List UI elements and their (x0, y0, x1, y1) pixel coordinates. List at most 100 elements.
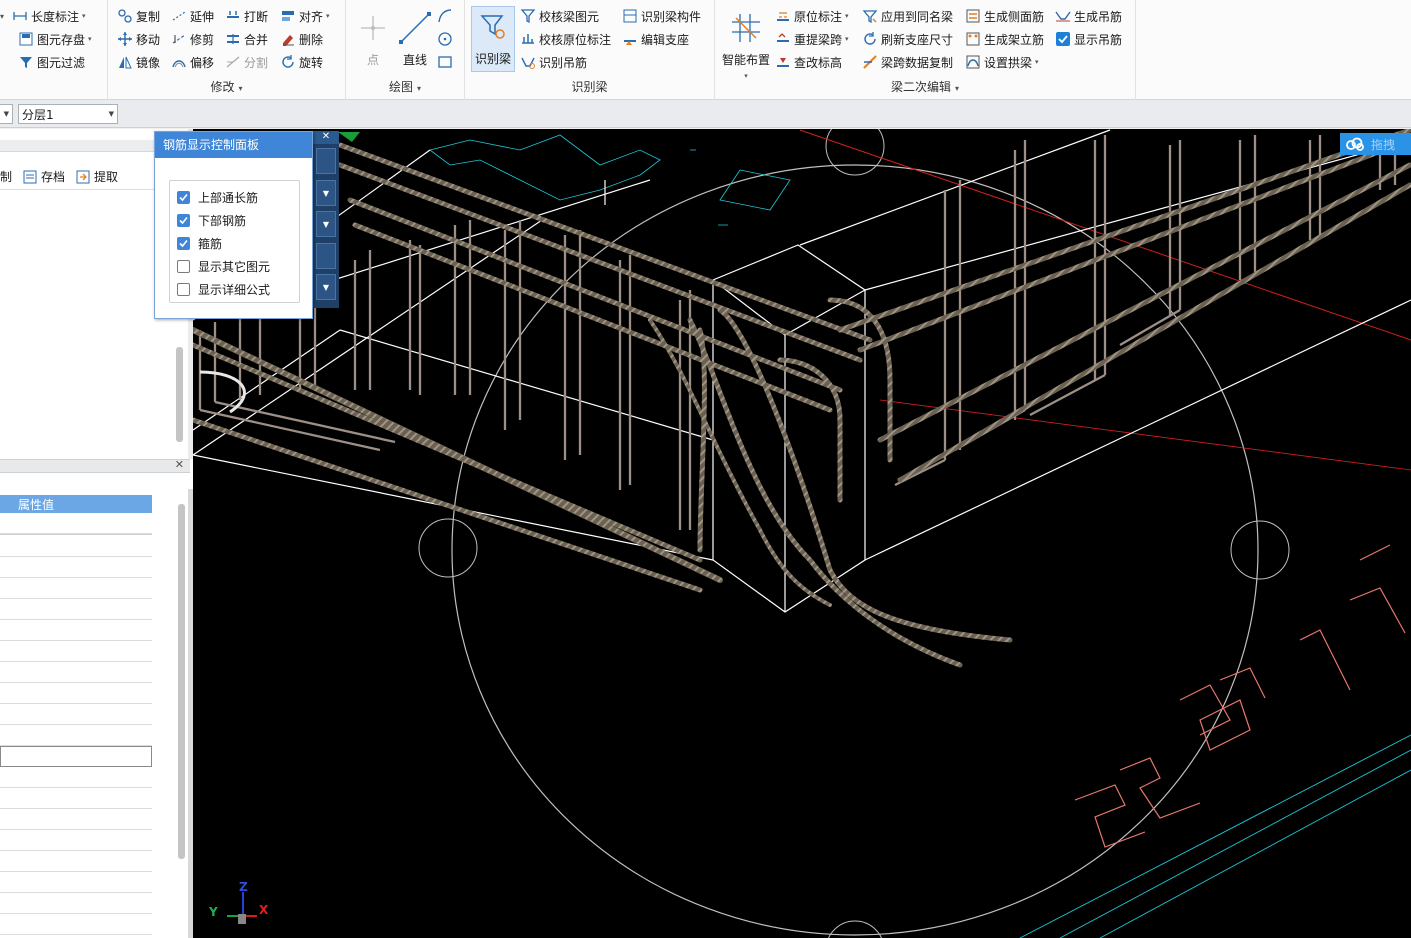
identify-beam-icon (476, 10, 510, 44)
length-mark-button[interactable]: ▾ 长度标注 ▾ (0, 6, 86, 26)
point-button[interactable]: 点 (350, 6, 396, 72)
cut-button[interactable]: 制 (0, 168, 12, 185)
rebar-option-checkbox[interactable]: 显示详细公式 (177, 280, 270, 298)
identify-hanger-button[interactable]: 识别吊筋 (520, 52, 587, 72)
extract-icon (75, 169, 91, 185)
property-row[interactable] (0, 914, 152, 935)
smart-layout-button[interactable]: 智能布置 ▾ (719, 6, 773, 80)
property-row[interactable] (0, 893, 152, 914)
in-situ-annotation-icon (775, 8, 791, 24)
layer-selector[interactable]: 分层1 ▼ (18, 104, 118, 124)
rebar-option-checkbox[interactable]: 下部钢筋 (177, 211, 246, 229)
property-row[interactable] (0, 599, 152, 620)
delete-button[interactable]: 删除 (280, 29, 323, 49)
set-arch-beam-button[interactable]: 设置拱梁 ▾ (965, 52, 1039, 72)
merge-button[interactable]: 合并 (225, 29, 268, 49)
property-row[interactable] (0, 872, 152, 893)
property-row[interactable] (0, 704, 152, 725)
rotate-button[interactable]: 旋转 (280, 52, 323, 72)
property-row[interactable] (0, 767, 152, 788)
extend-button[interactable]: 延伸 (171, 6, 214, 26)
close-icon[interactable]: ✕ (313, 131, 339, 144)
gen-hanger-button[interactable]: 生成吊筋 (1055, 6, 1122, 26)
filter-icon (18, 54, 34, 70)
property-row[interactable] (0, 557, 152, 578)
merge-icon (225, 31, 241, 47)
property-row[interactable] (0, 641, 152, 662)
property-row[interactable] (0, 830, 152, 851)
property-row[interactable] (0, 809, 152, 830)
mirror-button[interactable]: 镜像 (117, 52, 160, 72)
rebar-option-checkbox[interactable]: 上部通长筋 (177, 188, 258, 206)
copy-icon (117, 8, 133, 24)
check-beam-elements-button[interactable]: 校核梁图元 (520, 6, 599, 26)
edit-support-button[interactable]: 编辑支座 (622, 29, 689, 49)
refresh-support-size-button[interactable]: 刷新支座尺寸 (862, 29, 953, 49)
dock-button[interactable] (316, 243, 336, 269)
show-hanger-checkbox[interactable]: 显示吊筋 (1055, 29, 1122, 49)
property-row[interactable] (0, 662, 152, 683)
circle-icon (437, 31, 453, 47)
draw-group-title[interactable]: 绘图 ▾ (346, 78, 464, 95)
copy-button[interactable]: 复制 (117, 6, 160, 26)
eraser-icon (280, 31, 296, 47)
identify-beam-button[interactable]: 识别梁 (471, 6, 515, 72)
3d-viewport[interactable]: Z X Y (193, 129, 1411, 938)
ribbon-group-beam-secondary: 智能布置 ▾ 原位标注 ▾ 重提梁跨 ▾ 查改标高 应用到同名梁 刷新支座尺寸 梁跨… (715, 0, 1136, 100)
dock-button[interactable]: ▼ (316, 274, 336, 300)
split-button[interactable]: 分割 (225, 52, 268, 72)
line-button[interactable]: 直线 (392, 6, 438, 72)
modify-group-title[interactable]: 修改 ▾ (108, 78, 345, 95)
checkbox-checked-icon (1056, 32, 1070, 46)
move-button[interactable]: 移动 (117, 29, 160, 49)
property-row[interactable] (0, 513, 152, 534)
drag-widget[interactable]: 拖拽 (1340, 133, 1411, 155)
filter-elements-button[interactable]: 图元过滤 (18, 52, 85, 72)
refresh-icon (862, 31, 878, 47)
beam-secondary-group-title[interactable]: 梁二次编辑 ▾ (715, 78, 1135, 95)
close-icon[interactable]: ✕ (175, 458, 184, 471)
break-button[interactable]: 打断 (225, 6, 268, 26)
dock-button[interactable] (316, 148, 336, 174)
arc-marker (199, 370, 246, 414)
arc-button[interactable] (437, 6, 456, 26)
property-row[interactable] (0, 536, 152, 557)
offset-button[interactable]: 偏移 (171, 52, 214, 72)
property-row[interactable] (0, 620, 152, 641)
save-elements-button[interactable]: 图元存盘 ▾ (18, 29, 92, 49)
span-copy-icon (862, 54, 878, 70)
check-in-situ-annotation-button[interactable]: 校核原位标注 (520, 29, 611, 49)
property-row[interactable] (0, 725, 152, 746)
property-row[interactable] (0, 578, 152, 599)
scrollbar[interactable] (176, 347, 183, 442)
property-row[interactable] (0, 788, 152, 809)
in-situ-annotation-button[interactable]: 原位标注 ▾ (775, 6, 849, 26)
axis-gizmo: Z X Y (208, 880, 269, 924)
properties-scrollbar[interactable] (178, 504, 185, 859)
extend-icon (171, 8, 187, 24)
axis-z-label: Z (239, 880, 248, 894)
apply-same-name-button[interactable]: 应用到同名梁 (862, 6, 953, 26)
re-pick-span-button[interactable]: 重提梁跨 ▾ (775, 29, 849, 49)
rectangle-button[interactable] (437, 52, 456, 72)
gen-erection-rebar-button[interactable]: 生成架立筋 (965, 29, 1044, 49)
property-row[interactable] (0, 746, 152, 767)
span-data-copy-button[interactable]: 梁跨数据复制 (862, 52, 953, 72)
check-elevation-button[interactable]: 查改标高 (775, 52, 842, 72)
gen-side-rebar-button[interactable]: 生成侧面筋 (965, 6, 1044, 26)
dock-button[interactable]: ▼ (316, 211, 336, 237)
circle-button[interactable] (437, 29, 456, 49)
trim-button[interactable]: 修剪 (171, 29, 214, 49)
rebar-option-checkbox[interactable]: 显示其它图元 (177, 257, 270, 275)
property-row[interactable] (0, 683, 152, 704)
rebar-option-checkbox[interactable]: 箍筋 (177, 234, 222, 252)
dock-button[interactable]: ▼ (316, 180, 336, 206)
property-row[interactable] (0, 851, 152, 872)
offset-icon (171, 54, 187, 70)
save-archive-button[interactable]: 存档 (22, 168, 65, 185)
floor-selector[interactable]: ▼ (0, 104, 13, 124)
longitudinal-rebars (193, 129, 1411, 668)
identify-beam-component-button[interactable]: 识别梁构件 (622, 6, 701, 26)
extract-button[interactable]: 提取 (75, 168, 118, 185)
align-button[interactable]: 对齐 ▾ (280, 6, 330, 26)
